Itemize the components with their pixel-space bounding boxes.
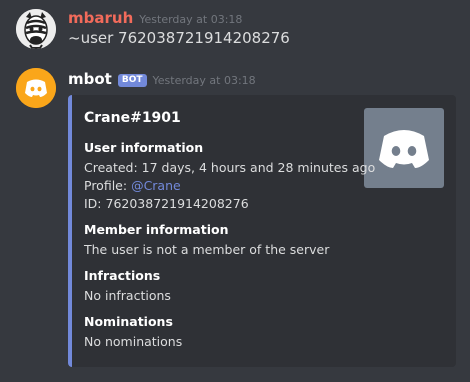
field-value-profile: Profile: @Crane [84,177,181,194]
discord-logo-icon [16,68,56,108]
profile-mention-link[interactable]: @Crane [131,178,181,193]
timestamp: Yesterday at 03:18 [152,74,256,87]
username[interactable]: mbot [68,70,112,88]
bot-avatar[interactable] [16,68,56,108]
username[interactable]: mbaruh [68,9,133,27]
field-value-infractions: No infractions [84,288,171,303]
discord-logo-icon [379,130,429,168]
profile-label: Profile: [84,178,132,193]
embed-thumbnail[interactable] [364,108,444,188]
field-value-member-information: The user is not a member of the server [84,242,330,257]
field-value-nominations: No nominations [84,334,183,349]
field-value-id: ID: 762038721914208276 [84,196,249,211]
field-name-infractions: Infractions [84,268,161,283]
field-name-user-information: User information [84,140,204,155]
timestamp: Yesterday at 03:18 [139,13,243,26]
message-header: mbaruh Yesterday at 03:18 [68,8,242,27]
field-name-member-information: Member information [84,222,229,237]
message-content: ~user 762038721914208276 [68,29,290,47]
zebra-avatar-icon [16,9,56,49]
bot-tag: BOT [117,74,147,87]
field-name-nominations: Nominations [84,314,173,329]
field-value-created: Created: 17 days, 4 hours and 28 minutes… [84,160,376,175]
user-avatar[interactable] [16,9,56,49]
embed-title: Crane#1901 [84,110,181,126]
user-info-embed: Crane#1901 User information Created: 17 … [68,95,456,367]
message-header: mbot BOT Yesterday at 03:18 [68,69,256,88]
